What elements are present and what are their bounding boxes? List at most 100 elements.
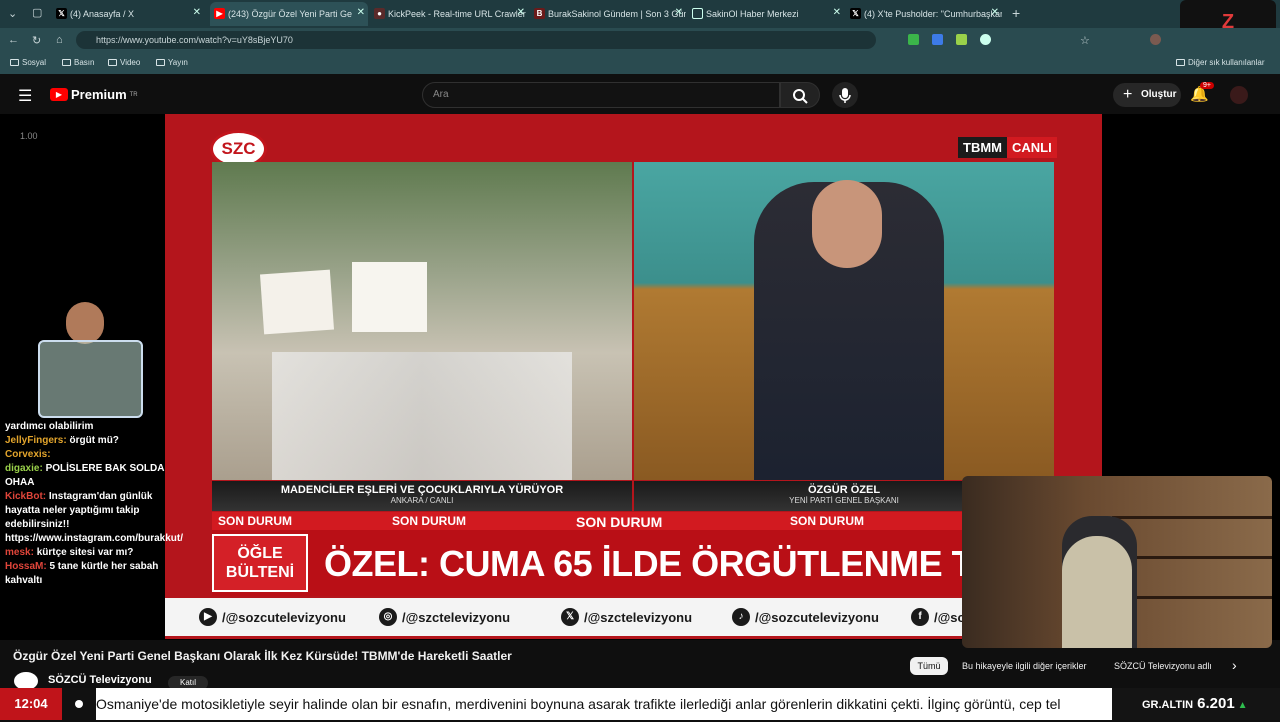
close-icon[interactable]: ✕: [991, 7, 999, 18]
reload-icon[interactable]: ↻: [32, 34, 41, 47]
tiktok-icon: ♪: [732, 608, 750, 626]
chat-message: digaxie: POLİSLERE BAK SOLDA OHAA: [5, 463, 165, 488]
tab-buraksakinol[interactable]: B BurakSakinol Gündem | Son 3 Gün ✕: [530, 2, 686, 26]
search-icon: [793, 89, 808, 104]
chip-related[interactable]: Bu hikayeyle ilgili diğer içerikler: [962, 657, 1087, 675]
back-icon[interactable]: ←: [8, 34, 19, 46]
close-icon[interactable]: ✕: [193, 7, 201, 18]
tab-label: (4) X'te Pusholder: "Cumhurbaşkan: [864, 9, 1002, 19]
kickpeek-icon: ●: [374, 8, 385, 19]
url-text: https://www.youtube.com/watch?v=uY8sBjeY…: [96, 35, 293, 45]
plus-icon: +: [1123, 86, 1133, 103]
facebook-handle: f/@sc: [911, 608, 965, 626]
close-icon[interactable]: ✕: [517, 7, 525, 18]
chevron-right-icon[interactable]: ›: [1232, 657, 1237, 673]
address-bar: ← ↻ ⌂ https://www.youtube.com/watch?v=uY…: [0, 28, 1280, 52]
new-tab-icon[interactable]: +: [1012, 5, 1020, 21]
tab-label: (4) Anasayfa / X: [70, 9, 135, 19]
create-button[interactable]: + Oluştur: [1113, 83, 1181, 107]
youtube-icon: ▶: [199, 608, 217, 626]
youtube-masthead: ☰ ▶ Premium TR Ara + Oluştur 🔔 9+: [0, 76, 1280, 114]
instagram-icon: ◎: [379, 608, 397, 626]
notifications-button[interactable]: 🔔 9+: [1190, 82, 1214, 103]
x-logo-icon: 𝕏: [561, 608, 579, 626]
live-dot-icon: [75, 700, 83, 708]
avatar[interactable]: [1150, 34, 1161, 45]
youtube-icon: ▶: [214, 8, 225, 19]
browser-tab-bar: ⌄ ▢ 𝕏 (4) Anasayfa / X ✕ ▶ (243) Özgür Ö…: [0, 0, 1280, 28]
close-icon[interactable]: ✕: [833, 7, 841, 18]
tab-x-pusholder[interactable]: 𝕏 (4) X'te Pusholder: "Cumhurbaşkan ✕: [846, 2, 1002, 26]
notification-count-badge: 9+: [1200, 82, 1214, 89]
tab-x-home[interactable]: 𝕏 (4) Anasayfa / X ✕: [52, 2, 204, 26]
favorite-icon[interactable]: ☆: [1080, 34, 1090, 47]
tab-kickpeek[interactable]: ● KickPeek - Real-time URL Crawler ✕: [370, 2, 528, 26]
ticker-separator: [62, 688, 96, 720]
tab-label: SakinOl Haber Merkezi: [706, 9, 799, 19]
voice-search-button[interactable]: [832, 82, 858, 108]
marchers: [272, 352, 572, 480]
folder-icon: [1176, 59, 1185, 66]
x-logo-icon: 𝕏: [56, 8, 67, 19]
tab-label: BurakSakinol Gündem | Son 3 Gün: [548, 9, 686, 19]
channel-name[interactable]: SÖZCÜ Televizyonu: [48, 674, 152, 686]
menu-icon[interactable]: ☰: [18, 86, 32, 106]
streamer-cutout: [28, 300, 153, 418]
extension-icon[interactable]: [908, 34, 919, 45]
folder-icon: [108, 59, 117, 66]
chat-overlay: yardımcı olabilirim JellyFingers: örgüt …: [0, 420, 183, 640]
avatar[interactable]: [1230, 86, 1248, 104]
tab-label: (243) Özgür Özel Yeni Parti Ge: [228, 9, 353, 19]
tab-label: KickPeek - Real-time URL Crawler: [388, 9, 526, 19]
url-field[interactable]: https://www.youtube.com/watch?v=uY8sBjeY…: [76, 31, 876, 49]
bookmark-video[interactable]: Video: [108, 58, 140, 67]
chip-channel[interactable]: SÖZCÜ Televizyonu adlı: [1114, 657, 1212, 675]
chat-message: KickBot: Instagram'dan günlük hayatta ne…: [5, 491, 183, 544]
streamer-head: [66, 302, 104, 344]
other-bookmarks[interactable]: Diğer sık kullanılanlar: [1176, 58, 1264, 67]
ticker-clock: 12:04: [0, 688, 62, 720]
chip-all[interactable]: Tümü: [910, 657, 948, 675]
x-logo-icon: 𝕏: [850, 8, 861, 19]
search-input[interactable]: Ara: [422, 82, 780, 108]
youtube-logo[interactable]: ▶ Premium TR: [50, 87, 138, 102]
x-handle: 𝕏/@szctelevizyonu: [561, 608, 692, 626]
bookmark-sosyal[interactable]: Sosyal: [10, 58, 46, 67]
folder-icon: [10, 59, 19, 66]
protest-footage: [212, 162, 632, 480]
bulletin-label: ÖĞLE BÜLTENİ: [212, 534, 308, 592]
chat-message: JellyFingers: örgüt mü?: [5, 435, 119, 446]
close-icon[interactable]: ✕: [357, 7, 365, 18]
chat-message: Corvexis:: [5, 449, 51, 460]
tab-sakinol[interactable]: SakinOl Haber Merkezi ✕: [688, 2, 844, 26]
burak-icon: B: [534, 8, 545, 19]
workspaces-icon[interactable]: ▢: [32, 6, 42, 19]
chat-message: yardımcı olabilirim: [5, 421, 94, 432]
breaking-news-strip: SON DURUM SON DURUM SON DURUM SON DURUM: [212, 512, 1054, 530]
youtube-icon: ▶: [50, 88, 68, 101]
video-title: Özgür Özel Yeni Parti Genel Başkanı Olar…: [13, 649, 512, 663]
streamer-webcam: [962, 476, 1272, 648]
instagram-handle: ◎/@szctelevizyonu: [379, 608, 510, 626]
tab-youtube[interactable]: ▶ (243) Özgür Özel Yeni Parti Ge ✕: [210, 2, 368, 26]
bookmark-basin[interactable]: Basın: [62, 58, 94, 67]
extension-icon[interactable]: [980, 34, 991, 45]
extension-icon[interactable]: [956, 34, 967, 45]
search-button[interactable]: [780, 82, 820, 108]
parliament-footage: [634, 162, 1054, 480]
tab-list-icon[interactable]: ⌄: [8, 7, 17, 20]
bookmark-yayin[interactable]: Yayın: [156, 58, 188, 67]
extension-icon[interactable]: [932, 34, 943, 45]
chat-message: HossaM: 5 tane kürtle her sabah kahvaltı: [5, 561, 159, 586]
channel-row: SÖZCÜ Televizyonu Katıl: [0, 670, 1280, 690]
bookshelf: [1112, 516, 1272, 519]
close-icon[interactable]: ✕: [675, 7, 683, 18]
live-badge: TBMM CANLI: [958, 137, 1057, 158]
home-icon[interactable]: ⌂: [56, 34, 63, 46]
ticker-text: Osmaniye'de motosikletiyle seyir halinde…: [96, 696, 1061, 712]
microphone-icon: [839, 88, 851, 103]
youtube-handle: ▶/@sozcutelevizyonu: [199, 608, 346, 626]
playback-speed-label: 1.00: [20, 131, 38, 141]
folder-icon: [62, 59, 71, 66]
left-caption: MADENCİLER EŞLERİ VE ÇOCUKLARIYLA YÜRÜYO…: [212, 481, 632, 511]
